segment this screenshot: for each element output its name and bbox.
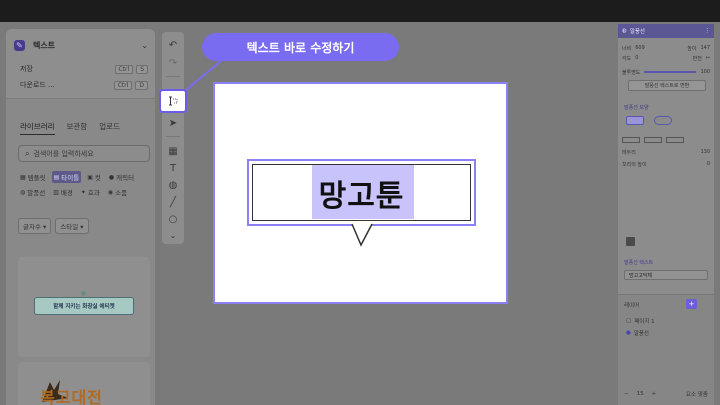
size-row: 너비 609 높이 147 [622,44,710,52]
speech-bubble-selection[interactable]: 망고툰 [247,159,476,226]
zoom-bar: − 15 + 요소 맞춤 [618,387,714,401]
speech-bubble[interactable]: 망고툰 [252,164,471,221]
zoom-value[interactable]: 15 [637,391,644,397]
fit-button[interactable]: 요소 맞춤 [686,390,708,398]
stroke-double-option[interactable] [666,137,684,143]
canvas-page[interactable]: 망고툰 [213,82,508,304]
feature-tooltip: 텍스트 바로 수정하기 [202,33,399,61]
layers-panel: 레이어 + ▢ 페이지 1 ● 말풍선 − 15 + 요소 맞춤 [618,294,714,405]
width-value[interactable]: 609 [635,45,645,51]
layer-label: 페이지 1 [634,319,655,325]
zoom-in-icon[interactable]: + [652,391,657,397]
stroke-width-row: 테두리 130 [622,148,710,156]
layer-item[interactable]: ▢ 페이지 1 [626,317,655,325]
tail-height-label: 꼬리의 높이 [622,161,647,168]
section-shape: 말풍선 모양 [624,105,649,111]
properties-header: ◍ 말풍선 ⋮ [618,24,714,38]
width-label: 너비 [622,45,632,52]
more-options-icon[interactable]: ⋮ [705,28,711,34]
angle-label: 각도 [622,55,632,62]
angle-value[interactable]: 0 [635,55,638,61]
layers-title: 레이어 [624,303,640,309]
fill-color-swatch[interactable] [626,237,635,246]
flip-label: 반전 [692,55,702,62]
height-value[interactable]: 147 [700,45,710,51]
bubble-text[interactable]: 망고툰 [253,165,470,220]
speech-bubble-tail [351,223,373,247]
bubble-layer-icon: ● [626,330,631,336]
zoom-out-icon[interactable]: − [624,391,629,397]
tail-row: 꼬리의 높이 0 [622,160,710,168]
opacity-slider[interactable] [644,71,697,73]
add-layer-button[interactable]: + [686,299,697,309]
section-font: 말풍선 텍스트 [624,260,654,266]
height-label: 높이 [687,45,697,52]
stroke-style-row [622,136,710,144]
shape-rect-option[interactable] [626,116,644,125]
bubble-icon: ◍ [622,28,627,34]
properties-title: 말풍선 [629,29,645,35]
layer-item[interactable]: ● 말풍선 [626,329,649,337]
opacity-value[interactable]: 100 [700,69,710,75]
layer-label: 말풍선 [633,331,649,337]
properties-panel: ◍ 말풍선 ⋮ 너비 609 높이 147 각도 0 반전 ↔ 불투명도 100… [618,24,714,405]
tail-height-value[interactable]: 0 [707,161,710,167]
flip-icon[interactable]: ↔ [706,55,710,61]
font-select[interactable]: 망고고딕체 [624,270,708,280]
stroke-solid-option[interactable] [622,137,640,143]
shape-ellipse-option[interactable] [654,116,672,125]
stroke-dashed-option[interactable] [644,137,662,143]
convert-to-text-button[interactable]: 말풍선 텍스트로 변환 [628,80,706,91]
stroke-width-value[interactable]: 130 [700,149,710,155]
opacity-row: 불투명도 100 [622,68,710,76]
app-frame: ✎ 텍스트 ⌄ 저장 Ctrl S 다운로드 ... Ctrl D 라이브러리 … [0,22,720,405]
opacity-label: 불투명도 [622,69,641,76]
stroke-label: 테두리 [622,149,636,156]
page-icon: ▢ [626,318,632,324]
angle-row: 각도 0 반전 ↔ [622,54,710,62]
